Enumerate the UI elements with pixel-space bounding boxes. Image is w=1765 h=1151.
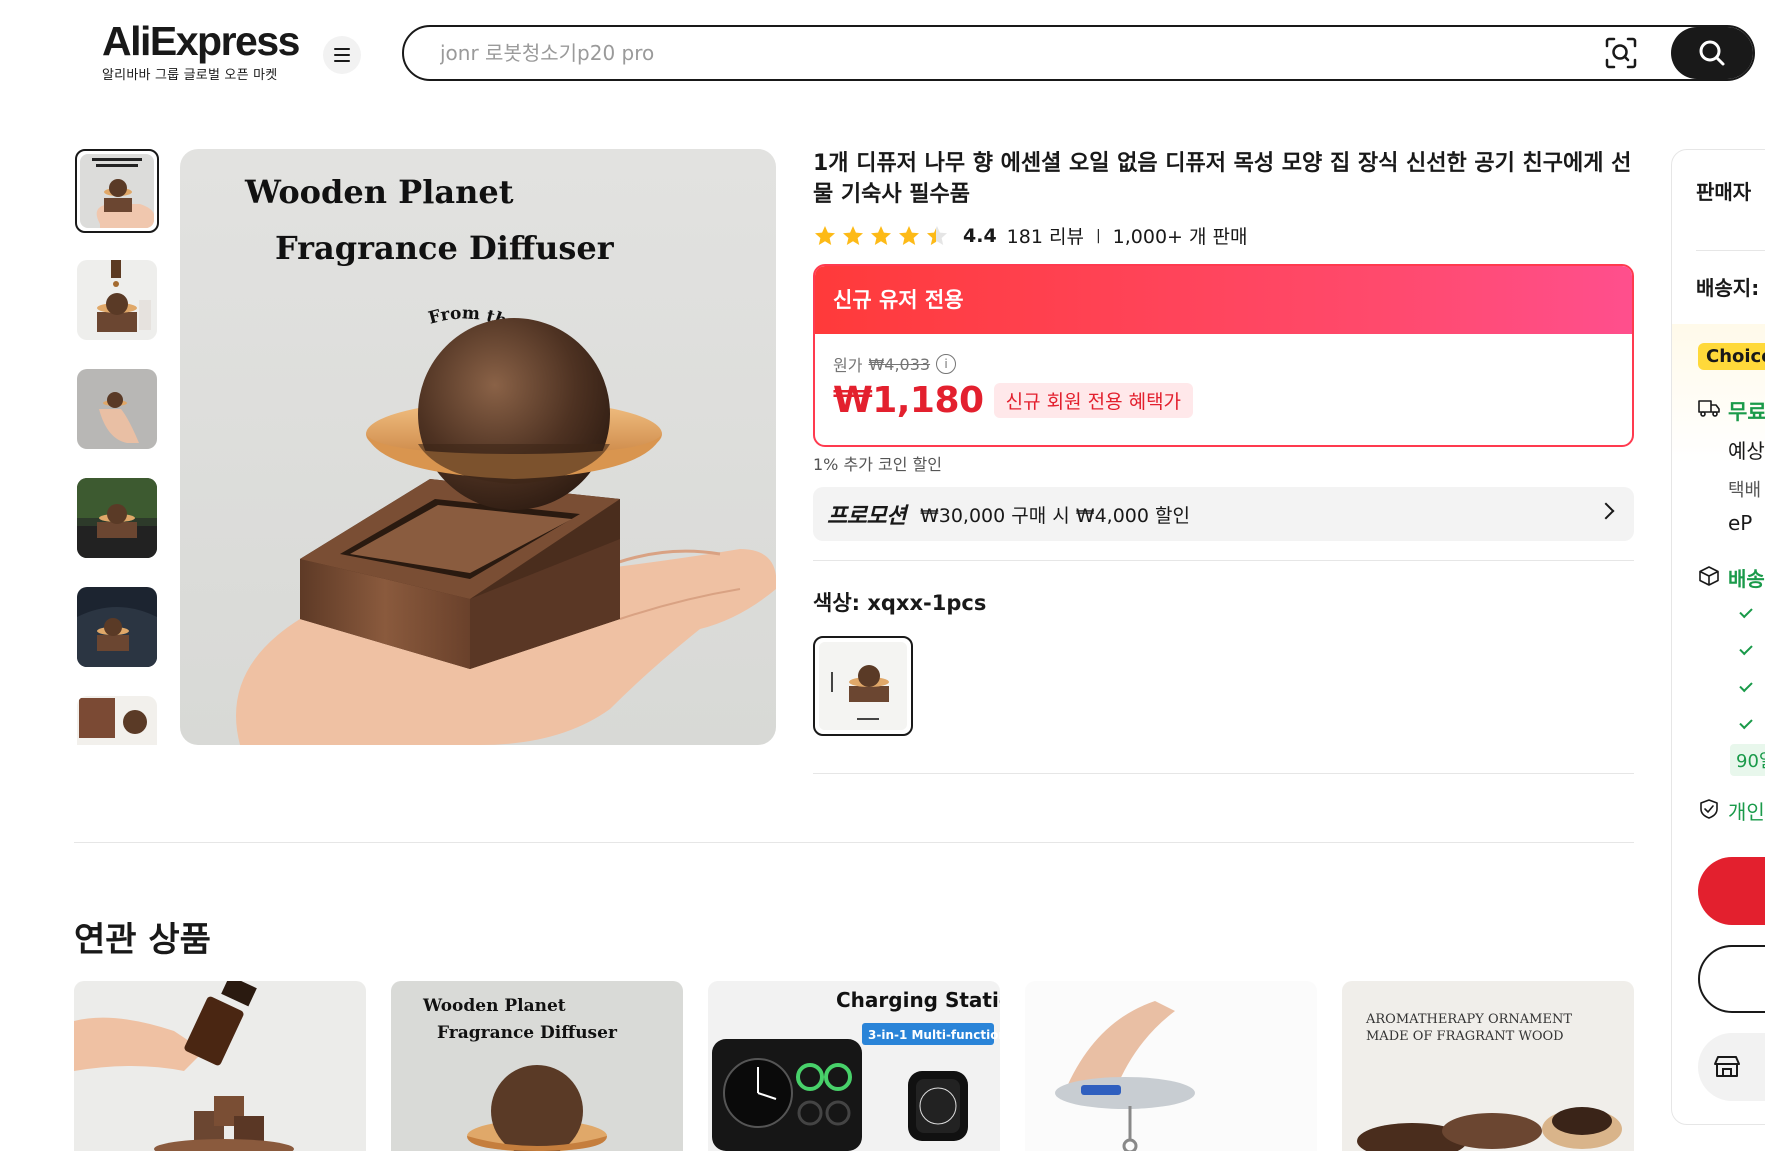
related-products-title: 연관 상품 <box>74 920 211 960</box>
promotion-label: 프로모션 <box>827 504 906 529</box>
price-row: ₩1,180 신규 회원 전용 혜택가 <box>833 380 1194 421</box>
shield-icon <box>1700 799 1718 819</box>
card-title-line1: AROMATHERAPY ORNAMENT <box>1365 1012 1572 1027</box>
search-bar <box>402 25 1755 81</box>
seller-label[interactable]: 판매자 <box>1696 176 1751 205</box>
card-title-line1: Wooden Planet <box>422 996 566 1016</box>
thumbnail-4[interactable] <box>77 478 157 558</box>
store-icon <box>1714 1056 1740 1077</box>
thumbnail-3[interactable] <box>77 369 157 449</box>
half-star-icon <box>927 225 947 245</box>
original-price: ₩4,033 <box>868 354 931 374</box>
review-count[interactable]: 181 리뷰 <box>1007 222 1084 249</box>
thumbnail-2[interactable] <box>77 260 157 340</box>
courier-name: eP <box>1728 511 1753 535</box>
thumbnail-6[interactable] <box>77 696 157 745</box>
star-icon <box>899 225 919 245</box>
rating-row: 4.4 181 리뷰 | 1,000+ 개 판매 <box>813 222 1248 249</box>
aliexpress-logo[interactable]: AliExpress 알리바바 그룹 글로벌 오픈 마켓 <box>102 18 302 83</box>
color-label: 색상: xqxx-1pcs <box>813 591 987 615</box>
card-badge: 3-in-1 Multi-function <box>868 1028 1000 1042</box>
thumbnail-list <box>74 149 160 745</box>
add-to-cart-button[interactable] <box>1698 945 1765 1013</box>
divider <box>813 560 1634 561</box>
chevron-right-icon <box>1597 502 1615 520</box>
star-rating[interactable] <box>813 224 949 248</box>
related-product-card[interactable] <box>74 981 366 1151</box>
camera-search-icon[interactable] <box>1603 35 1639 71</box>
divider <box>813 773 1634 774</box>
hamburger-icon-line <box>334 60 350 62</box>
logo-subtitle: 알리바바 그룹 글로벌 오픈 마켓 <box>102 68 278 83</box>
info-icon[interactable]: i <box>936 354 957 374</box>
delivery-commitment[interactable]: 배송 <box>1728 563 1765 592</box>
search-button[interactable] <box>1671 27 1753 79</box>
search-icon <box>1699 40 1725 66</box>
return-badge: 90일 <box>1730 744 1765 776</box>
section-divider <box>74 842 1634 843</box>
price-badge: 신규 회원 전용 혜택가 <box>993 383 1194 418</box>
truck-icon <box>1698 400 1720 417</box>
free-shipping: 무료 <box>1728 400 1765 424</box>
star-icon <box>871 225 891 245</box>
search-input[interactable] <box>404 27 1603 79</box>
card-title-line2: Fragrance Diffuser <box>437 1023 618 1043</box>
card-title-line2: MADE OF FRAGRANT WOOD <box>1366 1029 1564 1044</box>
menu-button[interactable] <box>323 36 361 74</box>
main-product-image[interactable]: Wooden Planet Fragrance Diffuser From th… <box>180 149 776 745</box>
promotion-text: ₩30,000 구매 시 ₩4,000 할인 <box>919 504 1190 527</box>
promo-header: 신규 유저 전용 <box>815 266 1632 334</box>
divider <box>1696 250 1765 251</box>
thumbnail-5[interactable] <box>77 587 157 667</box>
related-product-card[interactable]: Charging Station 3-in-1 Multi-function <box>708 981 1000 1151</box>
original-price-row: 원가 ₩4,033 i <box>833 352 957 376</box>
related-product-card[interactable]: Wooden Planet Fragrance Diffuser <box>391 981 683 1151</box>
rating-value: 4.4 <box>963 224 997 247</box>
coin-discount: 1% 추가 코인 할인 <box>813 455 942 474</box>
estimated-delivery: 예상 <box>1728 439 1765 463</box>
choice-badge: Choice <box>1698 343 1765 370</box>
related-product-card[interactable] <box>1025 981 1317 1151</box>
buy-now-button[interactable] <box>1698 857 1765 925</box>
store-button[interactable] <box>1698 1033 1765 1101</box>
new-user-price-card: 신규 유저 전용 원가 ₩4,033 i ₩1,180 신규 회원 전용 혜택가 <box>813 264 1634 447</box>
current-price: ₩1,180 <box>833 380 984 421</box>
thumbnail-1[interactable] <box>75 149 159 233</box>
product-title: 1개 디퓨저 나무 향 에센셜 오일 없음 디퓨저 목성 모양 집 장식 신선한… <box>813 151 1632 207</box>
related-product-card[interactable]: AROMATHERAPY ORNAMENT MADE OF FRAGRANT W… <box>1342 981 1634 1151</box>
color-swatch-selected[interactable] <box>813 636 913 736</box>
purchase-side-panel: 판매자 배송지: Choice 무료 예상 택배 eP 배송 90일 개인 <box>1671 149 1765 1125</box>
sold-count: 1,000+ 개 판매 <box>1112 226 1248 248</box>
hamburger-icon <box>334 48 350 50</box>
star-icon <box>815 225 835 245</box>
promotion-bar[interactable]: 프로모션 ₩30,000 구매 시 ₩4,000 할인 <box>813 487 1634 541</box>
separator: | <box>1095 227 1101 244</box>
package-icon <box>1699 566 1719 586</box>
logo-text: AliExpress <box>102 18 300 64</box>
courier-label: 택배 <box>1728 480 1762 501</box>
hamburger-icon-line <box>334 54 350 56</box>
original-price-label: 원가 <box>833 356 863 375</box>
star-icon <box>843 225 863 245</box>
card-title: Charging Station <box>836 988 1000 1012</box>
ship-to-label[interactable]: 배송지: <box>1696 272 1759 301</box>
privacy-protection[interactable]: 개인 <box>1728 796 1765 825</box>
